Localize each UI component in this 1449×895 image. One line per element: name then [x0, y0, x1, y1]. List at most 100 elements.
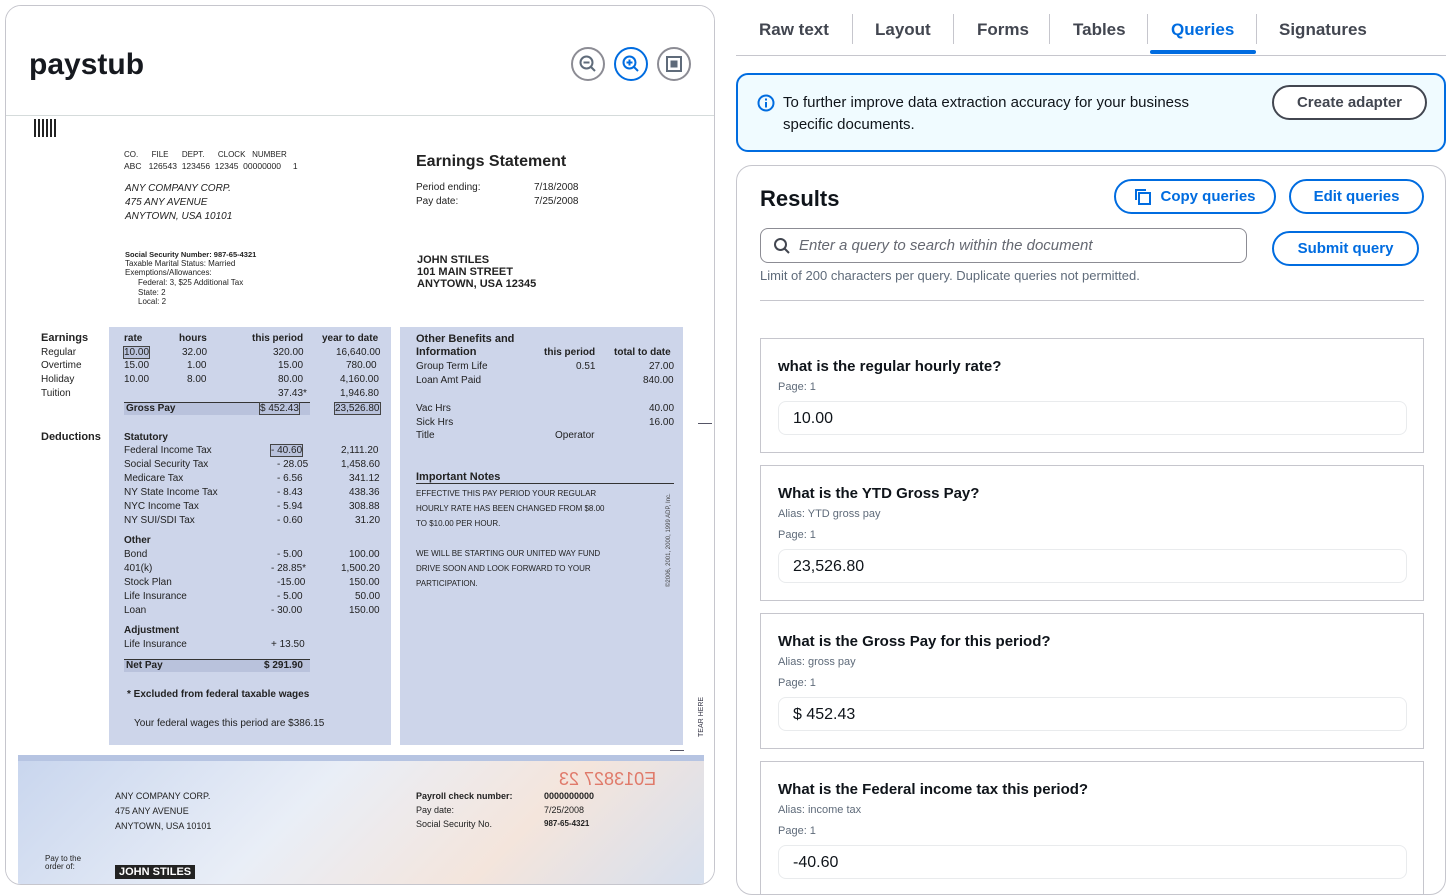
benefits-title-2: Information [416, 346, 477, 358]
deduction-nystate-ytd: 438.36 [349, 487, 380, 498]
other-loan-label: Loan [124, 605, 147, 616]
results-panel: Raw text Layout Forms Tables Queries Sig… [736, 0, 1449, 895]
document-canvas[interactable]: CO. FILE DEPT. CLOCK NUMBER ABC 126543 1… [6, 117, 714, 884]
other-401k-label: 401(k) [124, 563, 153, 574]
other-life-value: - 5.00 [277, 591, 303, 602]
deduction-federal-label: Federal Income Tax [124, 445, 212, 456]
notes-title: Important Notes [416, 471, 674, 484]
tab-layout[interactable]: Layout [875, 20, 931, 40]
title-label: Title [416, 430, 435, 441]
query-page: Page: 1 [778, 381, 816, 393]
note-line-4: WE WILL BE STARTING OUR UNITED WAY FUND [416, 549, 601, 558]
employee-name: JOHN STILES [417, 254, 490, 266]
results-divider [760, 300, 1424, 301]
benefit-loan-total: 840.00 [643, 375, 674, 386]
tab-divider [852, 14, 853, 44]
earnings-header-rate: rate [124, 333, 143, 344]
other-stock-value: -15.00 [277, 577, 306, 588]
other-stock-ytd: 150.00 [349, 577, 380, 588]
tear-here-label: TEAR HERE [698, 696, 705, 737]
vac-hrs-label: Vac Hrs [416, 403, 451, 414]
check-number-label: Payroll check number: [416, 791, 513, 801]
results-card: Results Copy queries Edit queries Submit… [736, 165, 1446, 895]
fit-page-button[interactable] [657, 47, 691, 81]
check-ssn-value: 987-65-4321 [544, 819, 590, 828]
query-input[interactable] [799, 229, 1239, 262]
query-answer[interactable]: $ 452.43 [778, 697, 1407, 731]
other-bond-value: - 5.00 [277, 549, 303, 560]
check-company-city: ANYTOWN, USA 10101 [115, 821, 212, 831]
query-result-card: What is the Gross Pay for this period? A… [760, 613, 1424, 749]
query-result-card: what is the regular hourly rate? Page: 1… [760, 338, 1424, 453]
note-line-1: EFFECTIVE THIS PAY PERIOD YOUR REGULAR [416, 489, 597, 498]
deduction-sui-ytd: 31.20 [355, 515, 381, 526]
document-title: paystub [29, 48, 145, 81]
query-page: Page: 1 [778, 825, 816, 837]
deduction-nystate-value: - 8.43 [277, 487, 303, 498]
copy-queries-button[interactable]: Copy queries [1114, 179, 1276, 214]
exemptions: Exemptions/Allowances: [125, 268, 212, 277]
vac-hrs-value: 40.00 [649, 403, 675, 414]
query-answer[interactable]: 23,526.80 [778, 549, 1407, 583]
query-answer[interactable]: 10.00 [778, 401, 1407, 435]
query-page: Page: 1 [778, 529, 816, 541]
query-page: Page: 1 [778, 677, 816, 689]
copyright-side-text: ©2006, 2001, 2000, 1999 ADP, Inc. [666, 493, 672, 587]
other-loan-ytd: 150.00 [349, 605, 380, 616]
zoom-out-icon [579, 55, 596, 72]
payroll-check: ANY COMPANY CORP. 475 ANY AVENUE ANYTOWN… [18, 755, 704, 884]
tab-signatures[interactable]: Signatures [1279, 20, 1367, 40]
query-result-card: What is the Federal income tax this peri… [760, 761, 1424, 894]
deduction-nyc-ytd: 308.88 [349, 501, 380, 512]
gross-pay-label: Gross Pay [126, 403, 176, 414]
gross-pay-value: $ 452.43 [259, 402, 300, 415]
query-limit-note: Limit of 200 characters per query. Dupli… [760, 268, 1140, 283]
excluded-note: * Excluded from federal taxable wages [127, 689, 310, 700]
query-alias: Alias: YTD gross pay [778, 508, 881, 520]
deduction-nystate-label: NY State Income Tax [124, 487, 218, 498]
tab-tables[interactable]: Tables [1073, 20, 1126, 40]
create-adapter-button[interactable]: Create adapter [1272, 85, 1427, 120]
tear-tick-bottom [670, 750, 684, 751]
submit-query-button[interactable]: Submit query [1272, 231, 1419, 266]
other-life-ytd: 50.00 [355, 591, 381, 602]
zoom-out-button[interactable] [571, 47, 605, 81]
info-banner: To further improve data extraction accur… [736, 73, 1446, 152]
sick-hrs-value: 16.00 [649, 417, 675, 428]
copy-icon [1135, 188, 1152, 205]
deduction-medicare-label: Medicare Tax [124, 473, 184, 484]
tear-tick-top [698, 423, 712, 424]
tab-bar: Raw text Layout Forms Tables Queries Sig… [736, 0, 1446, 56]
tab-raw-text[interactable]: Raw text [759, 20, 829, 40]
company-name: ANY COMPANY CORP. [125, 183, 231, 194]
check-company-street: 475 ANY AVENUE [115, 806, 189, 816]
zoom-in-button[interactable] [614, 47, 648, 81]
fit-page-icon [666, 56, 682, 72]
federal-exemption: Federal: 3, $25 Additional Tax [138, 278, 244, 287]
tab-forms[interactable]: Forms [977, 20, 1029, 40]
query-question: What is the Gross Pay for this period? [778, 633, 1051, 650]
query-search-box[interactable] [760, 228, 1247, 263]
deduction-medicare-value: - 6.56 [277, 473, 303, 484]
check-company-name: ANY COMPANY CORP. [115, 791, 211, 801]
document-header: paystub [6, 6, 714, 116]
deduction-nyc-value: - 5.94 [277, 501, 303, 512]
earnings-label: Earnings [41, 332, 89, 344]
other-bond-label: Bond [124, 549, 148, 560]
edit-queries-button[interactable]: Edit queries [1289, 179, 1424, 214]
other-401k-ytd: 1,500.20 [341, 563, 380, 574]
info-icon [757, 94, 775, 112]
query-question: what is the regular hourly rate? [778, 358, 1002, 375]
benefit-group-term-value: 0.51 [576, 361, 596, 372]
query-answer[interactable]: -40.60 [778, 845, 1407, 879]
other-stock-label: Stock Plan [124, 577, 172, 588]
deduction-medicare-ytd: 341.12 [349, 473, 380, 484]
query-question: What is the YTD Gross Pay? [778, 485, 980, 502]
check-serial: E013827 23 [559, 769, 657, 789]
document-viewer: paystub CO. FILE DEPT. CLOCK NUMBER ABC … [5, 5, 715, 885]
employee-city: ANYTOWN, USA 12345 [417, 278, 537, 290]
zoom-in-icon [622, 55, 639, 72]
tab-queries[interactable]: Queries [1171, 20, 1234, 40]
header-code-values: ABC 126543 123456 12345 00000000 1 [124, 161, 298, 171]
deduction-ss-label: Social Security Tax [124, 459, 209, 470]
